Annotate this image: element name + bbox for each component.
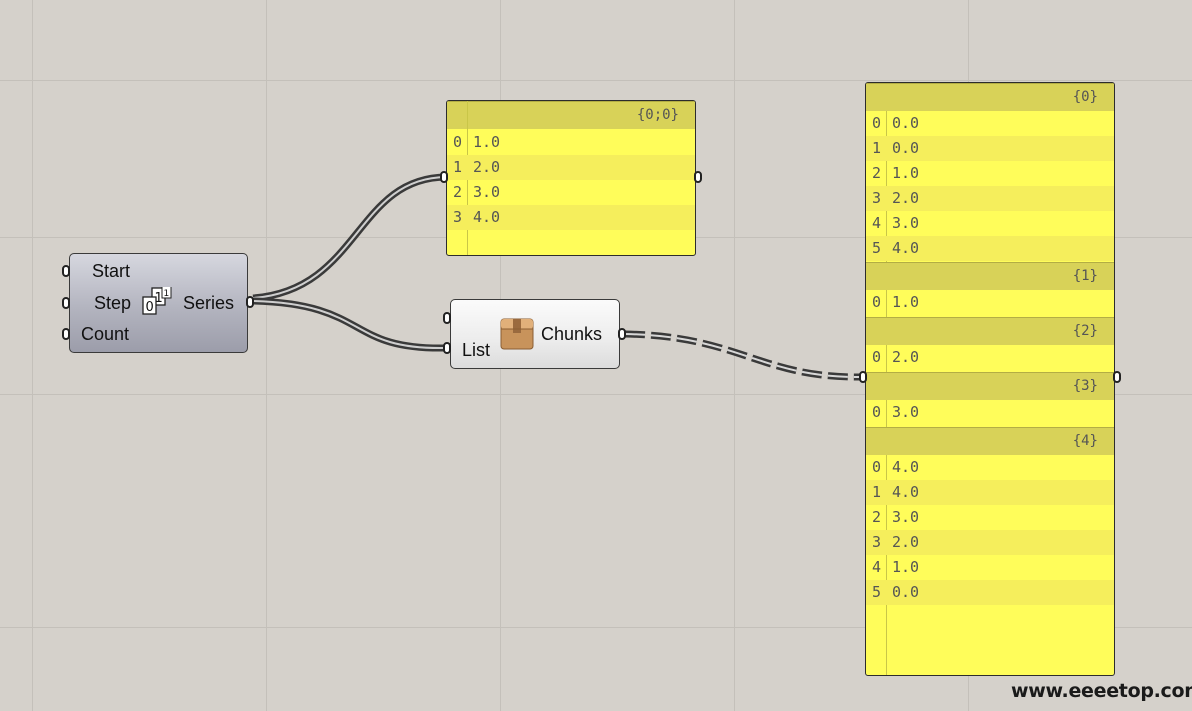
data-panel-top[interactable]: {0;0} 0 1.0 1 2.0 2 3.0 3 4.0 bbox=[446, 100, 696, 256]
input-grip-count[interactable] bbox=[62, 328, 70, 340]
panel-tree-input-grip[interactable] bbox=[859, 371, 867, 383]
list-item: 0 3.0 bbox=[872, 403, 920, 421]
branch-header: {3} bbox=[866, 372, 1114, 400]
wire-series-to-panel[interactable] bbox=[252, 173, 447, 302]
list-item: 1 2.0 bbox=[447, 155, 695, 180]
list-item: 4 3.0 bbox=[872, 214, 920, 232]
list-item: 2 1.0 bbox=[872, 164, 920, 182]
list-item: 0 4.0 bbox=[872, 458, 920, 476]
input-list-label: List bbox=[462, 340, 491, 360]
list-item: 4 1.0 bbox=[872, 558, 920, 576]
list-item: 5 0.0 bbox=[866, 580, 1114, 605]
list-item: 3 2.0 bbox=[866, 186, 1114, 211]
box-icon bbox=[500, 318, 534, 350]
list-item: 0 0.0 bbox=[872, 114, 920, 132]
branch-header: {1} bbox=[866, 262, 1114, 290]
wire-series-to-chunks[interactable] bbox=[252, 297, 447, 352]
series-component[interactable]: Start Step Count 1 0 1 Series bbox=[69, 253, 248, 353]
output-grip-series[interactable] bbox=[246, 296, 254, 308]
panel-top-input-grip[interactable] bbox=[440, 171, 448, 183]
panel-top-output-grip[interactable] bbox=[694, 171, 702, 183]
data-panel-tree[interactable]: {0} 0 0.0 1 0.0 2 1.0 3 2.0 4 3.0 5 4.0 {1} 01… bbox=[865, 82, 1115, 676]
input-grip-start[interactable] bbox=[62, 265, 70, 277]
list-item: 3 4.0 bbox=[447, 205, 695, 230]
watermark-text: www.eeeetop.com bbox=[1011, 680, 1192, 702]
svg-text:1: 1 bbox=[164, 289, 170, 299]
input-grip-step[interactable] bbox=[62, 297, 70, 309]
panel-tree-output-grip[interactable] bbox=[1113, 371, 1121, 383]
list-item: 1 4.0 bbox=[866, 480, 1114, 505]
list-item: 0 2.0 bbox=[872, 348, 920, 366]
list-item: 2 3.0 bbox=[453, 183, 501, 201]
list-item: 1 0.0 bbox=[866, 136, 1114, 161]
wire-chunks-to-panel-tree[interactable] bbox=[624, 330, 862, 381]
branch-header: {2} bbox=[866, 317, 1114, 345]
output-chunks-label: Chunks bbox=[541, 324, 603, 344]
list-item: 5 4.0 bbox=[866, 236, 1114, 261]
input-grip-list[interactable] bbox=[443, 342, 451, 354]
output-series-label: Series bbox=[183, 293, 235, 313]
branch-header: {0} bbox=[866, 83, 1114, 111]
list-item: 0 1.0 bbox=[872, 293, 920, 311]
input-grip-empty[interactable] bbox=[443, 312, 451, 324]
input-step-label: Step bbox=[94, 293, 132, 313]
chunks-component[interactable]: List Chunks bbox=[450, 299, 620, 369]
input-start-label: Start bbox=[92, 261, 131, 281]
branch-header: {4} bbox=[866, 427, 1114, 455]
branch-header: {0;0} bbox=[447, 101, 695, 129]
list-item: 3 2.0 bbox=[866, 530, 1114, 555]
svg-text:0: 0 bbox=[146, 300, 154, 315]
grasshopper-canvas[interactable]: Start Step Count 1 0 1 Series List Chunk… bbox=[0, 0, 1192, 711]
input-count-label: Count bbox=[81, 324, 130, 344]
list-item: 0 1.0 bbox=[453, 133, 501, 151]
series-icon: 1 0 1 bbox=[142, 287, 172, 315]
output-grip-chunks[interactable] bbox=[618, 328, 626, 340]
list-item: 2 3.0 bbox=[872, 508, 920, 526]
